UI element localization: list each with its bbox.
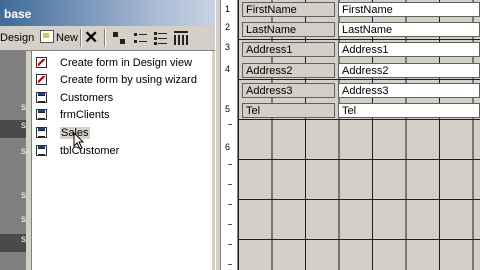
ruler-tick xyxy=(228,164,232,165)
field-textbox[interactable]: Tel xyxy=(338,103,480,118)
field-label[interactable]: Address1 xyxy=(242,42,335,57)
objects-bar-item[interactable]: s xyxy=(0,234,26,252)
list-item-label: frmClients xyxy=(60,109,110,121)
forms-list: Create form in Design view Create form b… xyxy=(31,51,212,270)
objects-bar: s s s s s s xyxy=(0,50,26,270)
field-label[interactable]: LastName xyxy=(242,22,335,37)
ruler-tick xyxy=(228,244,232,245)
ruler-tick xyxy=(228,124,232,125)
ruler-number: 4 xyxy=(225,64,231,74)
list-item[interactable]: Customers xyxy=(36,90,113,106)
window-title: base xyxy=(4,7,32,21)
list-item[interactable]: frmClients xyxy=(36,107,110,123)
field-textbox[interactable]: Address1 xyxy=(338,42,480,57)
ruler-tick xyxy=(228,184,232,185)
objects-bar-item[interactable]: s xyxy=(0,146,26,157)
database-window: base Design New ✕ s s s s s s Create for… xyxy=(0,0,215,270)
new-form-icon xyxy=(40,30,54,43)
ruler-tick xyxy=(228,264,232,265)
objects-bar-item[interactable]: s xyxy=(0,214,26,225)
form-detail-grid[interactable] xyxy=(238,0,480,270)
field-textbox[interactable]: LastName xyxy=(338,22,480,37)
objects-bar-item[interactable]: s xyxy=(0,102,26,113)
list-item-label: Create form in Design view xyxy=(60,57,193,69)
database-toolbar: Design New ✕ xyxy=(0,26,215,51)
field-textbox[interactable]: Address2 xyxy=(338,63,480,78)
delete-icon[interactable]: ✕ xyxy=(84,29,98,47)
wand-icon xyxy=(36,57,47,68)
mouse-cursor-icon xyxy=(73,132,85,150)
field-label[interactable]: Tel xyxy=(242,103,335,118)
toolbar-separator xyxy=(104,29,106,47)
list-view-icon[interactable] xyxy=(154,31,168,45)
list-item[interactable]: Create form by using wizard xyxy=(36,72,197,88)
vertical-ruler: 1 2 3 4 5 6 xyxy=(221,0,238,270)
form-icon xyxy=(36,145,47,156)
details-view-icon[interactable] xyxy=(174,31,188,45)
ruler-tick xyxy=(228,224,232,225)
design-button[interactable]: Design xyxy=(0,29,34,47)
list-item-label: tblCustomer xyxy=(60,145,120,157)
list-item-label: Create form by using wizard xyxy=(60,74,197,86)
field-label[interactable]: Address3 xyxy=(242,83,335,98)
large-icons-icon[interactable] xyxy=(112,31,126,45)
toolbar-separator xyxy=(80,29,82,47)
form-icon xyxy=(36,109,47,120)
list-item[interactable]: Create form in Design view xyxy=(36,55,192,71)
objects-bar-item[interactable]: s xyxy=(0,120,26,138)
field-label[interactable]: FirstName xyxy=(242,2,335,17)
wand-icon xyxy=(36,74,47,85)
objects-bar-item[interactable]: s xyxy=(0,190,26,201)
form-icon xyxy=(36,127,47,138)
ruler-number: 3 xyxy=(225,42,231,52)
field-textbox[interactable]: FirstName xyxy=(338,2,480,17)
ruler-number: 5 xyxy=(225,104,231,114)
ruler-tick xyxy=(228,204,232,205)
field-textbox[interactable]: Address3 xyxy=(338,83,480,98)
database-window-titlebar[interactable]: base xyxy=(0,0,215,26)
form-icon xyxy=(36,92,47,103)
form-design-view: 1 2 3 4 5 6 FirstName FirstName LastName… xyxy=(221,0,480,270)
new-button[interactable]: New xyxy=(40,29,78,47)
ruler-number: 1 xyxy=(225,4,231,14)
field-label[interactable]: Address2 xyxy=(242,63,335,78)
ruler-number: 2 xyxy=(225,22,231,32)
new-button-label: New xyxy=(56,32,79,44)
list-item-label: Customers xyxy=(60,92,114,104)
small-icons-icon[interactable] xyxy=(134,31,148,45)
ruler-number: 6 xyxy=(225,142,231,152)
